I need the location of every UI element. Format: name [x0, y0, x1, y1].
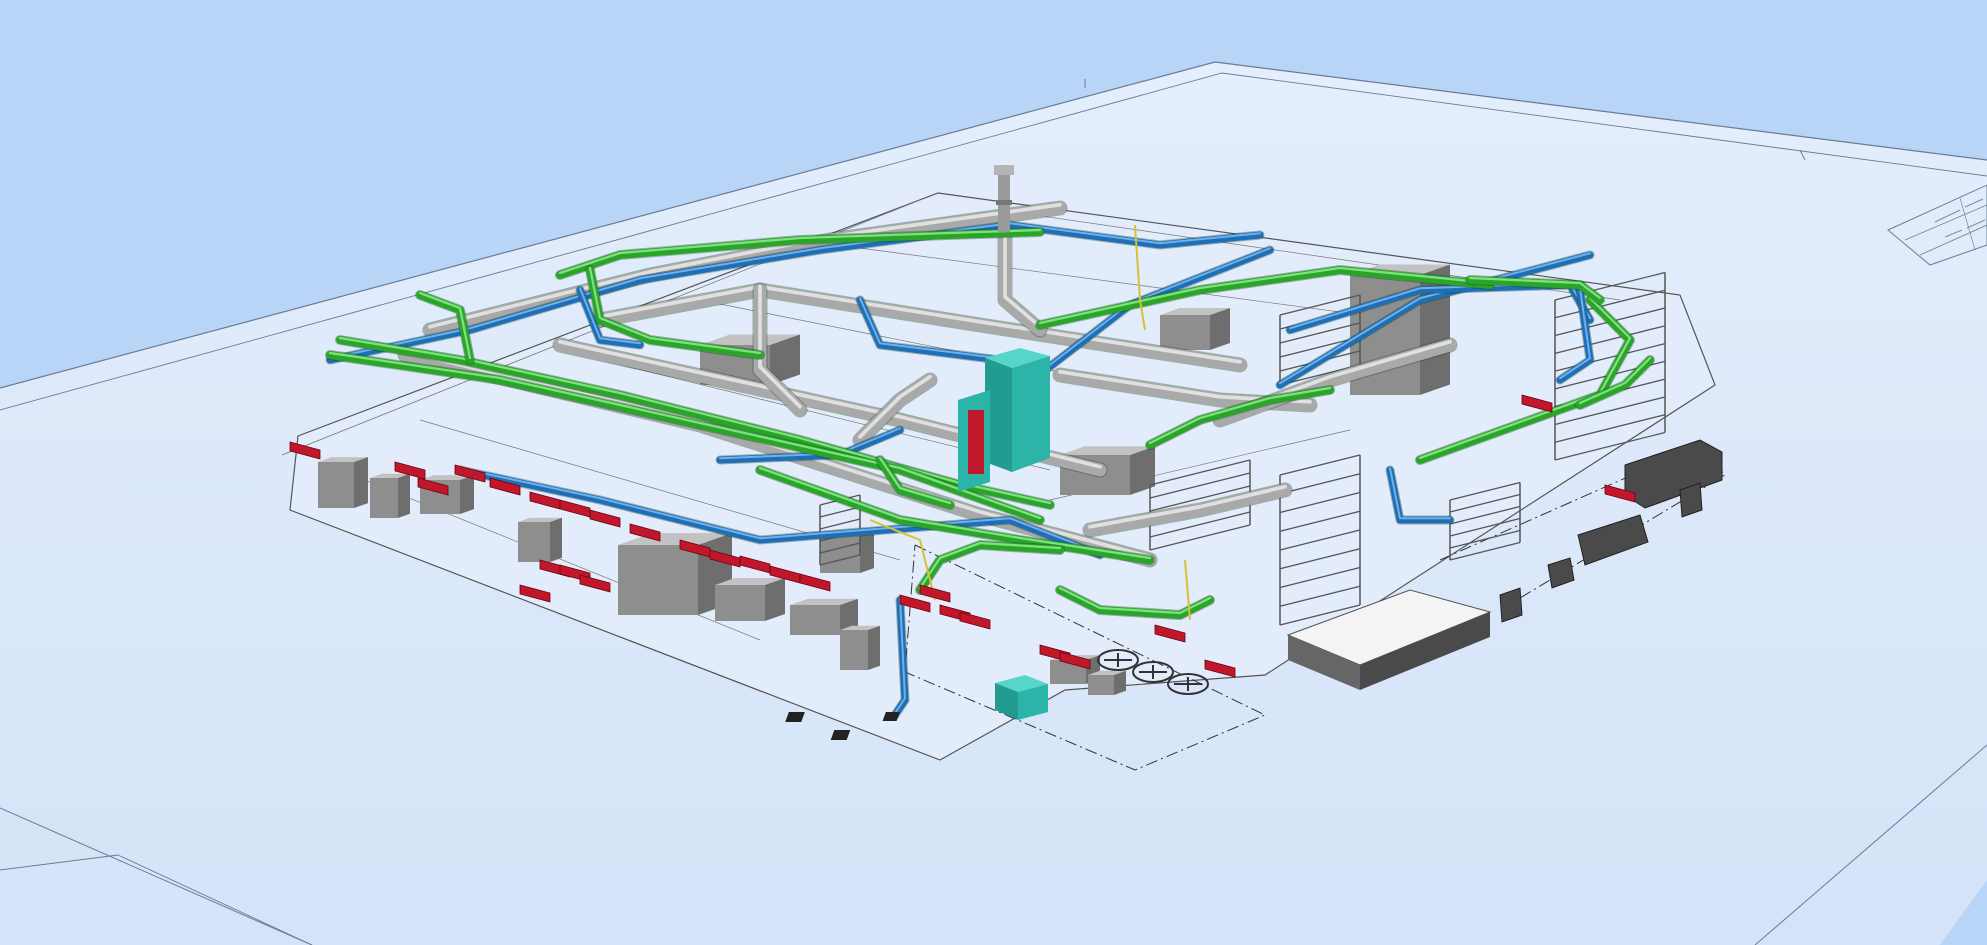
scene-canvas[interactable]	[0, 0, 1987, 945]
cabinet-side	[550, 517, 562, 562]
cabinet[interactable]	[518, 517, 562, 562]
chiller-unit[interactable]	[618, 533, 732, 615]
pump-unit-front	[318, 462, 354, 508]
3d-model-viewport[interactable]	[0, 0, 1987, 945]
pump-unit-side	[398, 473, 410, 518]
boiler-unit-side	[765, 578, 785, 621]
cabinet-front	[518, 522, 550, 562]
boiler-unit[interactable]	[715, 578, 785, 621]
pump-skid-front	[1088, 675, 1114, 695]
tank-unit-front	[840, 630, 868, 670]
roof-fan-icon[interactable]	[1097, 649, 1139, 671]
pump-unit-side	[354, 457, 368, 508]
heat-exchanger-front	[790, 605, 840, 635]
roof-fan-icon[interactable]	[1167, 673, 1209, 695]
air-handler-section-side	[1210, 308, 1230, 350]
air-handler-section-front	[1160, 315, 1210, 350]
tank-unit[interactable]	[840, 625, 880, 670]
ahu-red-coil	[968, 410, 984, 474]
pump-unit-front	[370, 478, 398, 518]
control-panel-side	[460, 475, 474, 514]
expansion-tank[interactable]	[995, 675, 1048, 720]
roof-fan-icon[interactable]	[1132, 661, 1174, 683]
pump-skid[interactable]	[1088, 670, 1126, 695]
ahu-right-face	[1012, 356, 1050, 472]
pump-unit[interactable]	[370, 473, 410, 518]
cabinet-side	[860, 530, 874, 573]
tank-unit-side	[868, 625, 880, 670]
cabinet-front	[820, 535, 860, 573]
pump-skid-side	[1114, 670, 1126, 695]
chiller-unit-front	[618, 545, 698, 615]
air-handler-section[interactable]	[1160, 308, 1230, 350]
pump-unit[interactable]	[318, 457, 368, 508]
boiler-unit-front	[715, 585, 765, 621]
